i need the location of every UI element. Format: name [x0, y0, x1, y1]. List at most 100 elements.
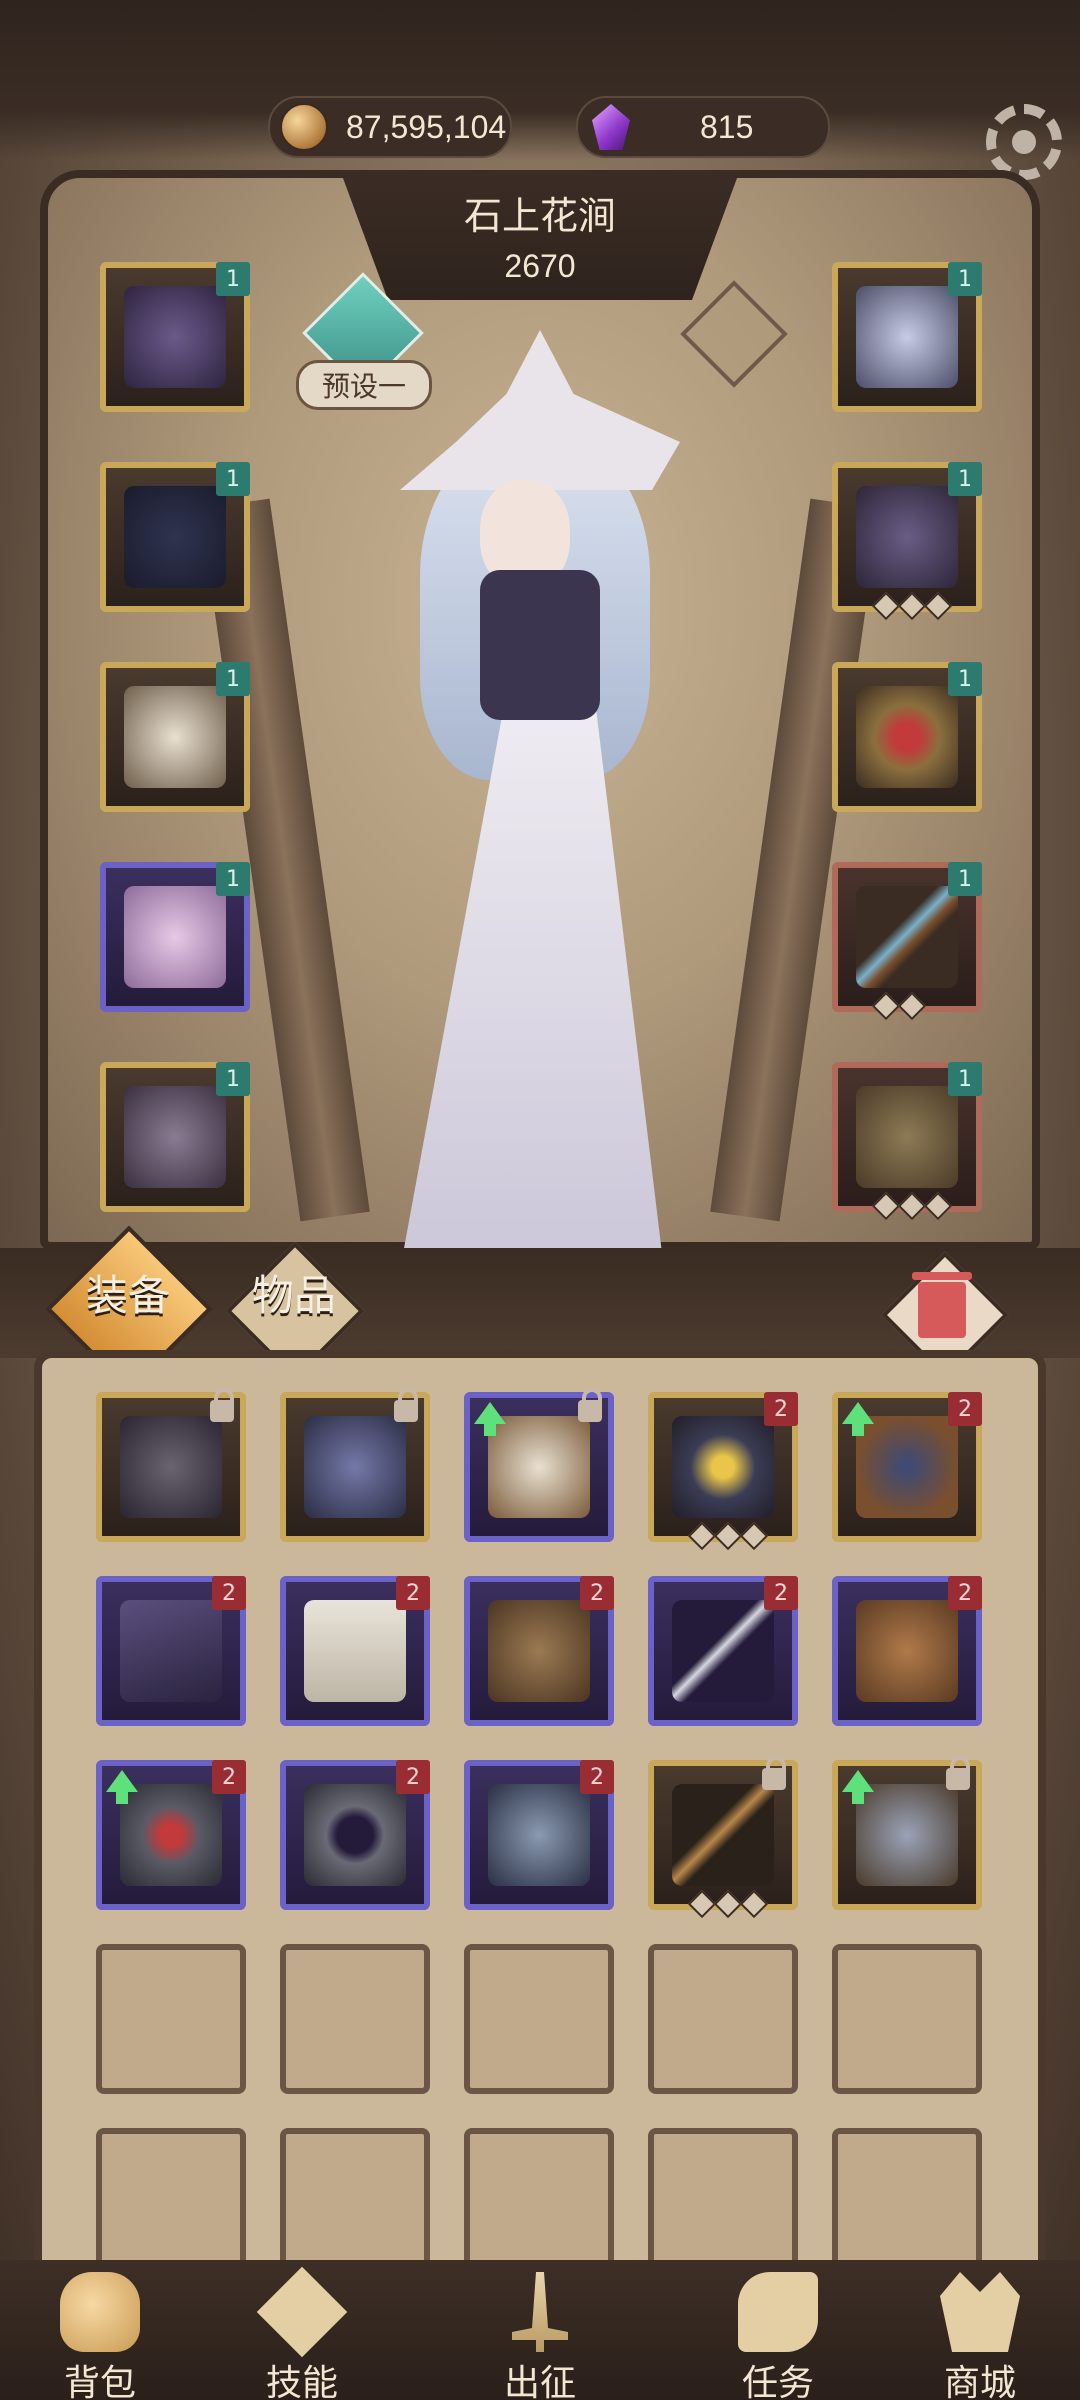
slot-tag: 1 — [948, 262, 982, 296]
inventory-item[interactable] — [464, 1388, 614, 1542]
white-shorts-icon — [304, 1600, 406, 1702]
armor-helmet-icon — [304, 1416, 406, 1518]
slot-tag: 1 — [216, 1062, 250, 1096]
gauntlet-icon — [856, 1784, 958, 1886]
character-portrait — [360, 320, 720, 1280]
equip-slot-necklace[interactable]: 1 — [832, 262, 982, 412]
equip-slot-helmet[interactable]: 1 — [100, 262, 250, 412]
inventory-item[interactable]: 2 — [832, 1576, 982, 1726]
equip-slot-weapon[interactable]: 1 — [832, 862, 982, 1021]
inventory-item[interactable]: 2 — [96, 1760, 246, 1910]
inventory-item[interactable]: 2 — [280, 1576, 430, 1726]
equip-slot-boots[interactable]: 1 — [100, 1062, 250, 1212]
character-name: 石上花涧 — [463, 194, 616, 238]
rank-pips — [871, 991, 927, 1021]
beaked-helm-icon — [672, 1416, 774, 1518]
gold-coin-icon — [280, 103, 328, 151]
inventory-item[interactable]: 2 — [464, 1576, 614, 1726]
slot-tag: 1 — [948, 862, 982, 896]
lock-icon — [210, 1388, 234, 1422]
chain-helmet-icon — [120, 1416, 222, 1518]
equip-slot-gloves[interactable]: 1 — [100, 662, 250, 812]
skill-card-icon — [256, 2266, 348, 2358]
empty-slot[interactable] — [464, 2128, 614, 2278]
nav-bag[interactable]: 背包 — [20, 2260, 180, 2400]
inventory-item[interactable]: 2 — [464, 1760, 614, 1910]
white-glove-icon — [124, 686, 226, 788]
lock-icon — [946, 1756, 970, 1790]
inventory-item[interactable]: 2 — [280, 1760, 430, 1910]
gold-counter: 87,595,104 — [268, 96, 512, 158]
nav-battle[interactable]: 出征 — [460, 2260, 620, 2400]
empty-slot[interactable] — [648, 2128, 798, 2278]
level-tag: 2 — [212, 1760, 246, 1794]
rank-pips — [871, 1191, 953, 1221]
nav-skills[interactable]: 技能 — [222, 2260, 382, 2400]
equip-slot-pants[interactable]: 1 — [100, 862, 250, 1012]
level-tag: 2 — [764, 1576, 798, 1610]
nav-quests[interactable]: 任务 — [698, 2260, 858, 2400]
nav-label: 出征 — [503, 2363, 576, 2400]
level-tag: 2 — [212, 1576, 246, 1610]
top-bar — [0, 0, 1080, 160]
empty-slot[interactable] — [464, 1944, 614, 2094]
upgrade-arrow-icon — [842, 1770, 874, 1804]
tab-equip[interactable]: 装备 — [86, 1262, 170, 1323]
inventory-item[interactable]: 2 — [648, 1392, 798, 1551]
red-ring-icon — [856, 686, 958, 788]
slot-tag: 1 — [216, 262, 250, 296]
rank-pips — [687, 1889, 769, 1919]
equip-slot-armor[interactable]: 1 — [100, 462, 250, 612]
slot-tag: 1 — [948, 662, 982, 696]
inventory-item[interactable]: 2 — [832, 1392, 982, 1542]
upgrade-arrow-icon — [106, 1770, 138, 1804]
empty-slot[interactable] — [96, 2128, 246, 2278]
nav-label: 商城 — [943, 2363, 1016, 2400]
spear-staff-icon — [672, 1784, 774, 1886]
empty-slot[interactable] — [280, 2128, 430, 2278]
gem-counter: 815 — [576, 96, 830, 158]
upgrade-arrow-icon — [842, 1402, 874, 1436]
inventory-item[interactable]: 2 — [96, 1576, 246, 1726]
level-tag: 2 — [948, 1576, 982, 1610]
upgrade-arrow-icon — [474, 1402, 506, 1436]
inventory-item[interactable] — [280, 1388, 430, 1542]
nav-label: 技能 — [265, 2363, 338, 2400]
game-screen: { "currency": { "gold": "87,595,104", "g… — [0, 0, 1080, 2400]
level-tag: 2 — [396, 1576, 430, 1610]
empty-slot[interactable] — [96, 1944, 246, 2094]
lock-icon — [762, 1756, 786, 1790]
settings-gear-icon[interactable] — [986, 104, 1062, 180]
staff-icon — [856, 886, 958, 988]
equip-slot-ring[interactable]: 1 — [832, 662, 982, 812]
scroll-icon — [738, 2272, 818, 2352]
equip-slot-bracer[interactable]: 1 — [832, 462, 982, 621]
character-corset — [480, 570, 600, 720]
cage-helmet-icon — [124, 286, 226, 388]
lock-icon — [578, 1388, 602, 1422]
inventory-item[interactable]: 2 — [648, 1576, 798, 1726]
empty-slot[interactable] — [832, 1944, 982, 2094]
nav-shop[interactable]: 商城 — [900, 2260, 1060, 2400]
slot-tag: 1 — [216, 662, 250, 696]
gold-amount: 87,595,104 — [346, 108, 507, 145]
empty-slot[interactable] — [832, 2128, 982, 2278]
tab-items[interactable]: 物品 — [252, 1262, 336, 1323]
sword-icon — [512, 2272, 568, 2352]
amulet-icon — [488, 1784, 590, 1886]
leather-boots-icon — [488, 1600, 590, 1702]
rank-pips — [687, 1521, 769, 1551]
slot-tag: 1 — [216, 462, 250, 496]
trash-icon — [912, 1272, 972, 1338]
bracer-icon — [856, 486, 958, 588]
inventory-item[interactable] — [96, 1388, 246, 1542]
empty-slot[interactable] — [648, 1944, 798, 2094]
empty-slot[interactable] — [280, 1944, 430, 2094]
gem-amount: 815 — [700, 108, 754, 145]
spellbook-icon — [856, 1086, 958, 1188]
tome-icon — [856, 1600, 958, 1702]
inventory-item[interactable] — [832, 1756, 982, 1910]
equip-slot-offhand[interactable]: 1 — [832, 1062, 982, 1221]
inventory-item[interactable] — [648, 1756, 798, 1919]
character-dress — [400, 700, 664, 1270]
